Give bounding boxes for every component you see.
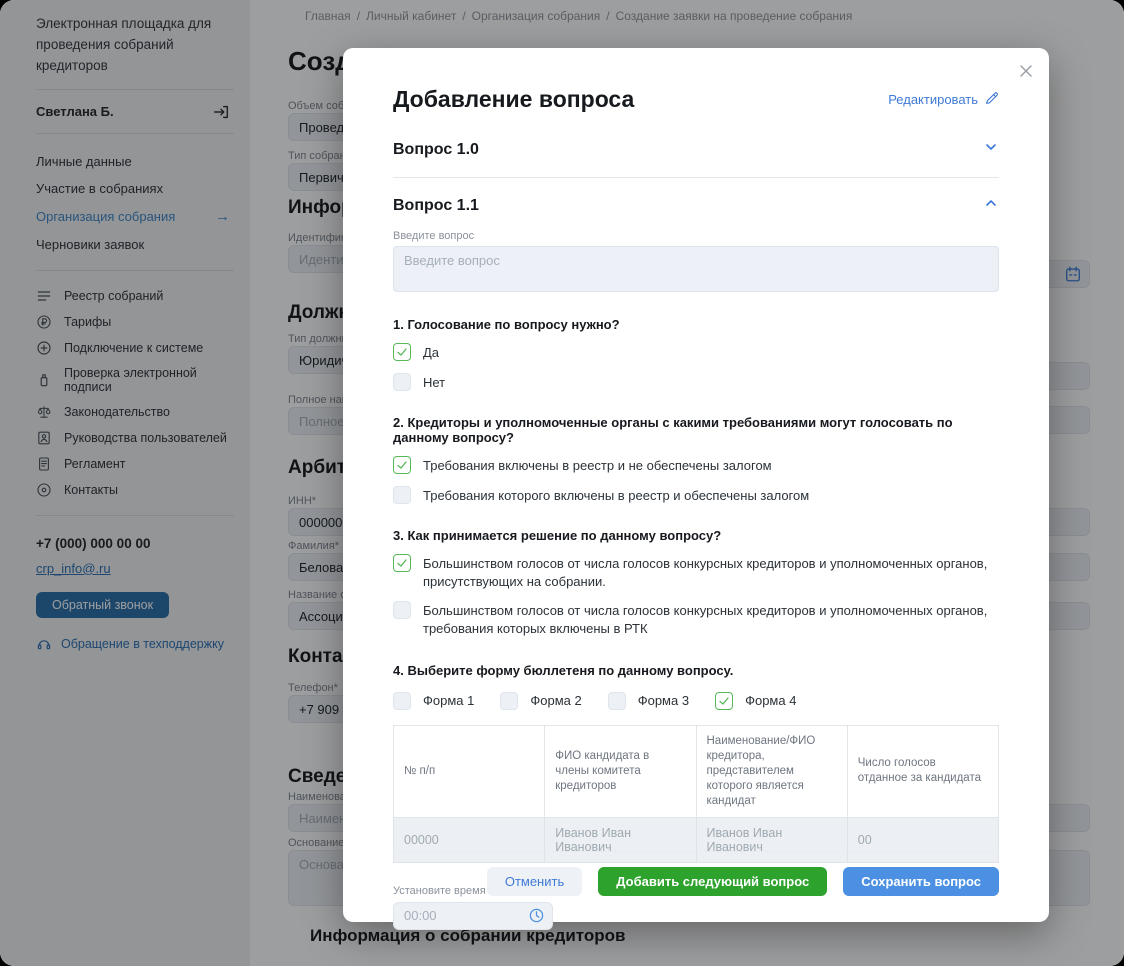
- option-label: Большинством голосов от числа голосов ко…: [423, 555, 999, 590]
- option-no[interactable]: Нет: [393, 373, 999, 392]
- question-1-title: 1. Голосование по вопросу нужно?: [393, 317, 999, 332]
- checkbox-icon[interactable]: [500, 692, 518, 710]
- divider: [393, 851, 999, 852]
- option-form-2[interactable]: Форма 2: [500, 691, 581, 710]
- accordion-question-1-0[interactable]: Вопрос 1.0: [393, 139, 999, 178]
- accordion-question-1-1[interactable]: Вопрос 1.1: [393, 195, 999, 216]
- option-majority-rtk[interactable]: Большинством голосов от числа голосов ко…: [393, 601, 999, 637]
- option-label: Форма 1: [423, 692, 474, 710]
- add-question-modal: Добавление вопроса Редактировать Вопрос …: [343, 48, 1049, 922]
- checkbox-checked-icon[interactable]: [715, 692, 733, 710]
- table-header: Наименование/ФИО кредитора, представител…: [696, 725, 847, 817]
- option-label: Форма 2: [530, 692, 581, 710]
- option-label: Форма 4: [745, 692, 796, 710]
- option-label: Нет: [423, 374, 445, 392]
- option-label: Требования которого включены в реестр и …: [423, 487, 809, 505]
- accordion-label: Вопрос 1.1: [393, 197, 479, 215]
- checkbox-icon[interactable]: [608, 692, 626, 710]
- table-header: Число голосов отданное за кандидата: [847, 725, 998, 817]
- cancel-button[interactable]: Отменить: [487, 867, 582, 896]
- question-4-title: 4. Выберите форму бюллетеня по данному в…: [393, 663, 999, 678]
- option-label: Большинством голосов от числа голосов ко…: [423, 602, 999, 637]
- modal-footer: Отменить Добавить следующий вопрос Сохра…: [393, 851, 999, 896]
- option-form-4[interactable]: Форма 4: [715, 691, 796, 710]
- option-label: Требования включены в реестр и не обеспе…: [423, 457, 772, 475]
- clock-icon[interactable]: [528, 907, 545, 929]
- table-header: ФИО кандидата в члены комитета кредиторо…: [545, 725, 696, 817]
- checkbox-checked-icon[interactable]: [393, 343, 411, 361]
- option-label: Да: [423, 344, 439, 362]
- save-question-button[interactable]: Сохранить вопрос: [843, 867, 999, 896]
- checkbox-icon[interactable]: [393, 692, 411, 710]
- option-form-1[interactable]: Форма 1: [393, 691, 474, 710]
- checkbox-checked-icon[interactable]: [393, 456, 411, 474]
- question-input-label: Введите вопрос: [393, 230, 999, 242]
- accordion-label: Вопрос 1.0: [393, 141, 479, 159]
- checkbox-checked-icon[interactable]: [393, 554, 411, 572]
- chevron-down-icon: [983, 139, 999, 160]
- edit-link[interactable]: Редактировать: [888, 91, 999, 109]
- app-window: Электронная площадка для проведения собр…: [0, 0, 1124, 966]
- checkbox-icon[interactable]: [393, 373, 411, 391]
- question-3-title: 3. Как принимается решение по данному во…: [393, 528, 999, 543]
- chevron-up-icon: [983, 195, 999, 216]
- edit-label: Редактировать: [888, 92, 978, 107]
- checkbox-icon[interactable]: [393, 601, 411, 619]
- option-yes[interactable]: Да: [393, 343, 999, 362]
- option-majority-present[interactable]: Большинством голосов от числа голосов ко…: [393, 554, 999, 590]
- modal-title: Добавление вопроса: [393, 86, 634, 113]
- add-next-question-button[interactable]: Добавить следующий вопрос: [598, 867, 827, 896]
- option-claims-unsecured[interactable]: Требования включены в реестр и не обеспе…: [393, 456, 999, 475]
- close-icon[interactable]: [1015, 60, 1037, 82]
- table-header: № п/п: [394, 725, 545, 817]
- question-textarea[interactable]: [393, 246, 999, 292]
- option-claims-secured[interactable]: Требования которого включены в реестр и …: [393, 486, 999, 505]
- question-2-title: 2. Кредиторы и уполномоченные органы с к…: [393, 415, 999, 445]
- ballot-table: № п/п ФИО кандидата в члены комитета кре…: [393, 725, 999, 863]
- pencil-icon: [984, 91, 999, 109]
- checkbox-icon[interactable]: [393, 486, 411, 504]
- option-label: Форма 3: [638, 692, 689, 710]
- option-form-3[interactable]: Форма 3: [608, 691, 689, 710]
